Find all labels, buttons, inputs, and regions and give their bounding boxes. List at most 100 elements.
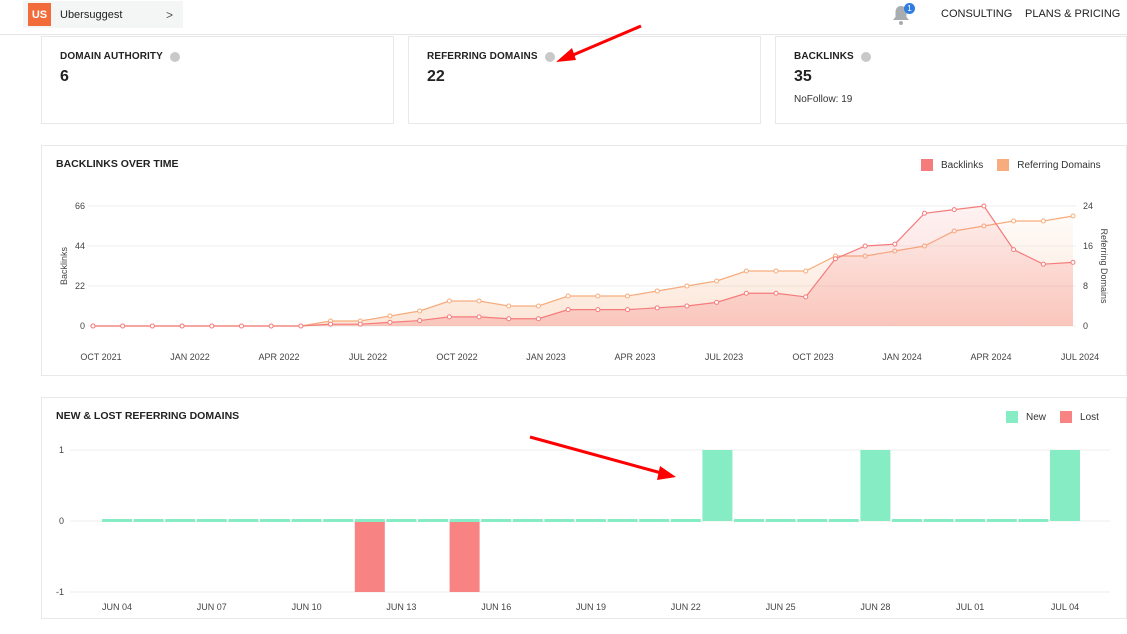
point-backlinks <box>269 324 273 328</box>
point-backlinks <box>566 308 570 312</box>
x-tick-label: APR 2024 <box>970 352 1011 362</box>
point-backlinks <box>536 317 540 321</box>
point-referring <box>388 314 392 318</box>
point-backlinks <box>91 324 95 328</box>
point-backlinks <box>685 304 689 308</box>
bar-lost <box>355 521 385 592</box>
x-tick-label: JUL 04 <box>1051 602 1079 612</box>
point-backlinks <box>299 324 303 328</box>
y-tick-label: 66 <box>75 201 85 211</box>
point-referring <box>507 304 511 308</box>
x-tick-label: JAN 2022 <box>170 352 210 362</box>
point-referring <box>536 304 540 308</box>
point-referring <box>685 284 689 288</box>
bar-new-zero <box>608 519 638 522</box>
bar-new-zero <box>544 519 574 522</box>
bar-new-zero <box>260 519 290 522</box>
y-axis-label: Backlinks <box>59 246 69 285</box>
bar-new-zero <box>987 519 1017 522</box>
point-referring <box>1041 219 1045 223</box>
y-tick-label: 22 <box>75 281 85 291</box>
bar-new-zero <box>671 519 701 522</box>
y-tick-label: 0 <box>80 321 85 331</box>
bar-new-zero <box>576 519 606 522</box>
point-backlinks <box>833 257 837 261</box>
bar-new-zero <box>892 519 922 522</box>
bar-new-zero <box>197 519 227 522</box>
x-tick-label: JUN 22 <box>671 602 701 612</box>
point-backlinks <box>982 204 986 208</box>
x-tick-label: JUN 28 <box>860 602 890 612</box>
bar-new-zero <box>165 519 195 522</box>
arrow-icon <box>530 437 665 474</box>
charts-layer: 0224466081624BacklinksReferring DomainsO… <box>0 0 1127 634</box>
y2-tick-label: 8 <box>1083 281 1088 291</box>
point-referring <box>418 309 422 313</box>
x-tick-label: OCT 2021 <box>80 352 121 362</box>
x-tick-label: APR 2023 <box>614 352 655 362</box>
x-tick-label: JAN 2024 <box>882 352 922 362</box>
bar-new-zero <box>734 519 764 522</box>
x-tick-label: JUN 13 <box>386 602 416 612</box>
x-tick-label: JUL 2022 <box>349 352 387 362</box>
bar-new-zero <box>102 519 132 522</box>
point-backlinks <box>358 322 362 326</box>
y-tick-label: 0 <box>59 516 64 526</box>
bar-new-zero <box>513 519 543 522</box>
point-backlinks <box>447 315 451 319</box>
point-referring <box>566 294 570 298</box>
bar-new-zero <box>355 519 385 522</box>
x-tick-label: JUL 2023 <box>705 352 743 362</box>
y-tick-label: 44 <box>75 241 85 251</box>
point-backlinks <box>715 300 719 304</box>
y2-axis-label: Referring Domains <box>1099 228 1109 304</box>
bar-new-zero <box>292 519 322 522</box>
x-tick-label: OCT 2022 <box>436 352 477 362</box>
point-referring <box>655 289 659 293</box>
point-referring <box>804 269 808 273</box>
arrow-head-icon <box>657 466 676 480</box>
x-tick-label: JUN 10 <box>292 602 322 612</box>
x-tick-label: OCT 2023 <box>792 352 833 362</box>
annotation-arrows <box>530 26 676 480</box>
bar-new-zero <box>386 519 416 522</box>
arrow-head-icon <box>556 48 576 62</box>
x-tick-label: JUN 25 <box>766 602 796 612</box>
point-referring <box>774 269 778 273</box>
point-backlinks <box>863 244 867 248</box>
point-referring <box>477 299 481 303</box>
point-backlinks <box>210 324 214 328</box>
point-backlinks <box>1041 262 1045 266</box>
point-referring <box>744 269 748 273</box>
point-backlinks <box>477 315 481 319</box>
point-backlinks <box>626 308 630 312</box>
point-backlinks <box>507 317 511 321</box>
point-backlinks <box>1071 260 1075 264</box>
y-tick-label: 1 <box>59 445 64 455</box>
point-backlinks <box>1012 248 1016 252</box>
point-backlinks <box>952 208 956 212</box>
bar-new <box>1050 450 1080 521</box>
bar-new-zero <box>134 519 164 522</box>
point-backlinks <box>150 324 154 328</box>
y2-tick-label: 24 <box>1083 201 1093 211</box>
point-backlinks <box>804 295 808 299</box>
point-referring <box>715 279 719 283</box>
point-backlinks <box>744 291 748 295</box>
y2-tick-label: 0 <box>1083 321 1088 331</box>
point-referring <box>1012 219 1016 223</box>
x-tick-label: JUL 01 <box>956 602 984 612</box>
point-backlinks <box>774 291 778 295</box>
bar-new-zero <box>829 519 859 522</box>
point-referring <box>447 299 451 303</box>
x-tick-label: JUN 04 <box>102 602 132 612</box>
bar-new-zero <box>955 519 985 522</box>
point-referring <box>596 294 600 298</box>
x-tick-label: JUL 2024 <box>1061 352 1099 362</box>
point-backlinks <box>180 324 184 328</box>
x-tick-label: APR 2022 <box>258 352 299 362</box>
bar-new <box>860 450 890 521</box>
bar-new-zero <box>1018 519 1048 522</box>
point-backlinks <box>239 324 243 328</box>
point-backlinks <box>655 306 659 310</box>
